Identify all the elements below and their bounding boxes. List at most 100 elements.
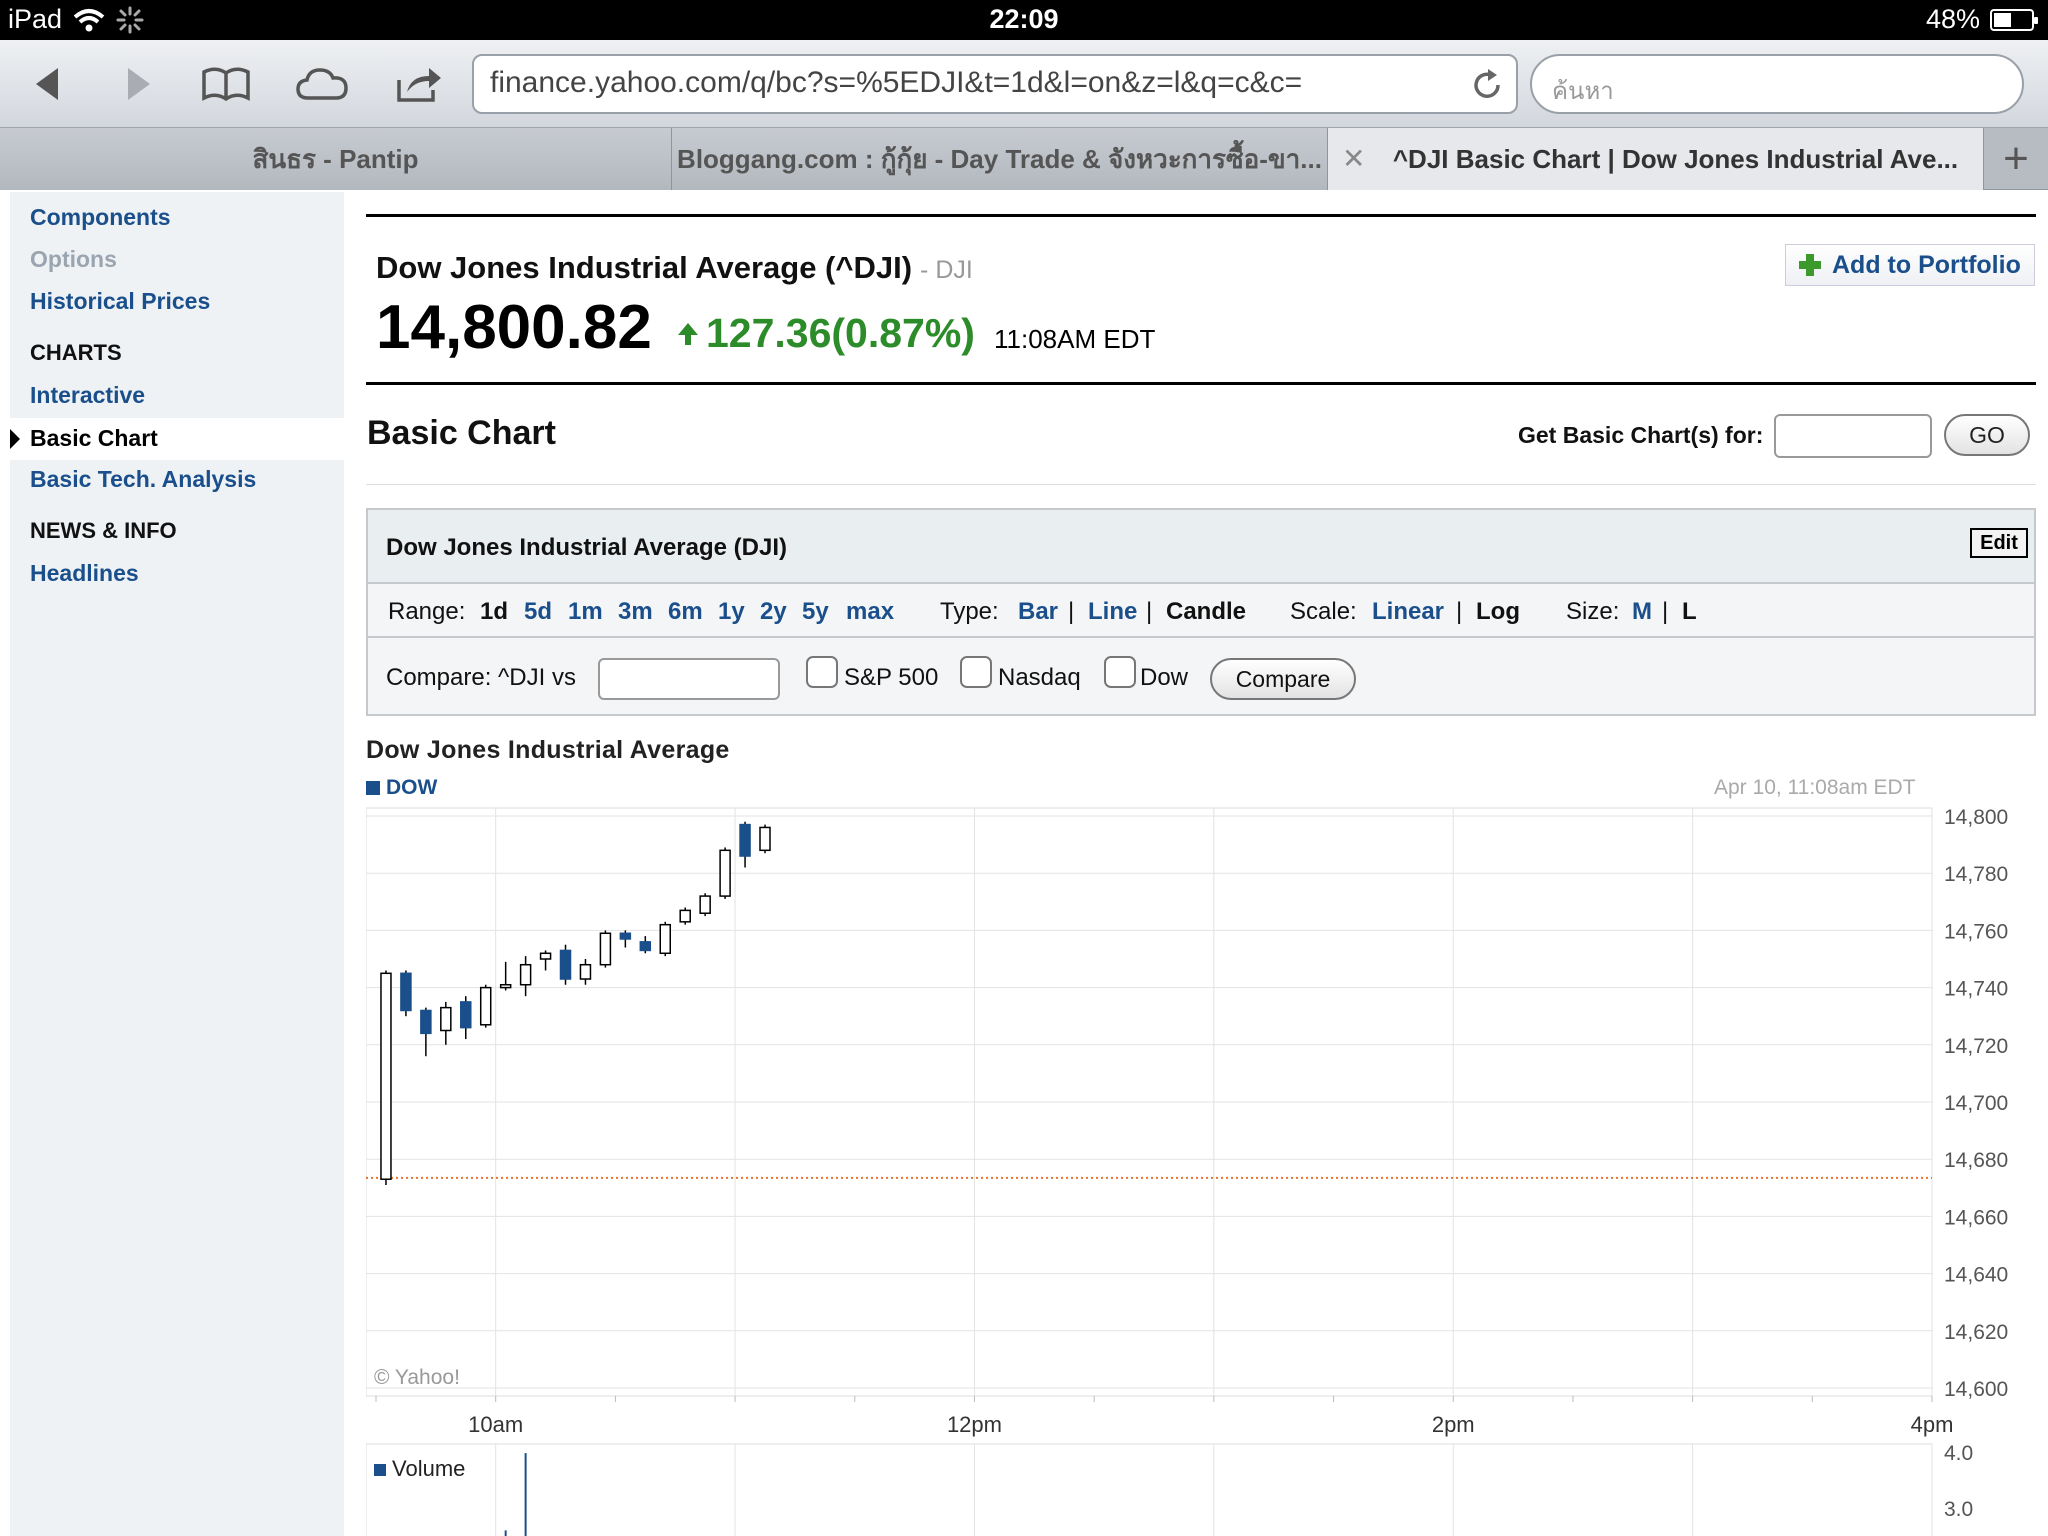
y-tick-label: 14,780 — [1944, 863, 2008, 886]
book-icon — [202, 67, 250, 102]
share-icon — [397, 68, 441, 102]
separator: | — [1456, 598, 1463, 625]
range-1m[interactable]: 1m — [568, 598, 603, 626]
sidebar-item-options[interactable]: Options — [30, 246, 117, 273]
candle-body — [539, 952, 552, 960]
wifi-icon — [73, 8, 105, 31]
type-candle[interactable]: Candle — [1166, 598, 1246, 626]
sidebar-heading-charts: CHARTS — [30, 340, 122, 365]
panel-header: Dow Jones Industrial Average (DJI) Edit — [368, 510, 2034, 584]
compare-button[interactable]: Compare — [1210, 658, 1356, 700]
sidebar-item-interactive[interactable]: Interactive — [30, 382, 145, 409]
range-1y[interactable]: 1y — [718, 598, 745, 626]
type-bar[interactable]: Bar — [1018, 598, 1058, 626]
volume-legend-swatch — [374, 1464, 386, 1476]
symbol-input[interactable] — [1774, 414, 1932, 458]
reload-icon[interactable] — [1468, 66, 1506, 104]
y-tick-label: 14,620 — [1944, 1321, 2008, 1344]
current-arrow-icon — [10, 429, 20, 449]
tab-label: ^DJI Basic Chart | Dow Jones Industrial … — [1392, 143, 1959, 174]
address-bar[interactable]: finance.yahoo.com/q/bc?s=%5EDJI&t=1d&l=o… — [472, 54, 1518, 114]
bookmarks-button[interactable] — [198, 58, 254, 110]
share-button[interactable] — [390, 58, 446, 110]
icloud-tabs-button[interactable] — [294, 58, 350, 110]
battery-fill — [1994, 12, 2012, 27]
size-m[interactable]: M — [1632, 598, 1652, 626]
separator: | — [1068, 598, 1075, 625]
go-button[interactable]: GO — [1944, 414, 2030, 456]
sidebar-heading-news: NEWS & INFO — [30, 518, 177, 543]
sidebar-item-basic-tech-analysis[interactable]: Basic Tech. Analysis — [30, 466, 256, 493]
close-tab-icon[interactable]: ✕ — [1342, 142, 1365, 175]
nasdaq-checkbox[interactable] — [960, 656, 992, 688]
panel-title: Dow Jones Industrial Average (DJI) — [386, 534, 787, 561]
plus-icon — [1799, 254, 1821, 276]
add-to-portfolio-button[interactable]: Add to Portfolio — [1785, 244, 2035, 286]
clock: 22:09 — [989, 4, 1059, 34]
candle-body — [479, 986, 492, 1026]
compare-symbol-input[interactable] — [598, 658, 780, 700]
range-1d[interactable]: 1d — [480, 598, 508, 626]
sidebar-item-historical-prices[interactable]: Historical Prices — [30, 288, 210, 315]
scale-log[interactable]: Log — [1476, 598, 1520, 626]
tab-dji-basic-chart[interactable]: ✕ ^DJI Basic Chart | Dow Jones Industria… — [1328, 128, 1984, 190]
range-5d[interactable]: 5d — [524, 598, 552, 626]
sp500-label: S&P 500 — [844, 664, 939, 691]
range-5y[interactable]: 5y — [802, 598, 829, 626]
candle-body — [420, 1009, 432, 1035]
battery-percent: 48% — [1925, 4, 1980, 34]
forward-button[interactable] — [110, 58, 166, 110]
tab-bloggang[interactable]: Bloggang.com : กู้กุ้ย - Day Trade & จัง… — [672, 128, 1328, 190]
y-tick-label: 14,680 — [1944, 1149, 2008, 1172]
sidebar-nav: Components Options Historical Prices CHA… — [10, 192, 344, 1536]
tab-pantip[interactable]: สินธร - Pantip — [0, 128, 672, 190]
search-input[interactable] — [1530, 54, 2024, 114]
size-l[interactable]: L — [1682, 598, 1697, 626]
compare-label: Compare: ^DJI vs — [386, 664, 576, 691]
quote-divider — [366, 382, 2036, 385]
sidebar-item-label: Basic Chart — [30, 425, 158, 451]
x-tick-label: 2pm — [1432, 1412, 1475, 1437]
status-right: 48% — [1925, 4, 2038, 35]
new-tab-button[interactable]: + — [1984, 128, 2048, 190]
url-text: finance.yahoo.com/q/bc?s=%5EDJI&t=1d&l=o… — [490, 66, 1303, 99]
scale-linear[interactable]: Linear — [1372, 598, 1444, 626]
candle-body — [759, 826, 771, 852]
status-left: iPad — [8, 4, 144, 35]
edit-button[interactable]: Edit — [1970, 528, 2028, 558]
sidebar-item-components[interactable]: Components — [30, 204, 171, 231]
candle-body — [380, 972, 392, 1180]
range-2y[interactable]: 2y — [760, 598, 787, 626]
tab-label: Bloggang.com : กู้กุ้ย - Day Trade & จัง… — [677, 143, 1322, 174]
price-change: 127.36(0.87%) — [676, 310, 975, 357]
y-tick-label: 14,800 — [1944, 806, 2008, 829]
dow-checkbox[interactable] — [1104, 656, 1136, 688]
range-6m[interactable]: 6m — [668, 598, 703, 626]
sidebar-item-basic-chart[interactable]: Basic Chart — [10, 418, 344, 460]
range-max[interactable]: max — [846, 598, 894, 626]
y-tick-label: 14,740 — [1944, 978, 2008, 1001]
chart-controls-panel: Dow Jones Industrial Average (DJI) Edit … — [366, 508, 2036, 716]
browser-toolbar: finance.yahoo.com/q/bc?s=%5EDJI&t=1d&l=o… — [0, 40, 2048, 128]
back-button[interactable] — [20, 58, 76, 110]
sp500-checkbox[interactable] — [806, 656, 838, 688]
type-label: Type: — [940, 598, 999, 625]
candle-body — [639, 941, 652, 952]
cloud-icon — [296, 68, 348, 100]
up-arrow-icon — [678, 322, 698, 345]
top-divider — [366, 214, 2036, 217]
y-tick-label: 14,660 — [1944, 1206, 2008, 1229]
yahoo-watermark: © Yahoo! — [374, 1366, 460, 1389]
candle-body — [499, 983, 512, 989]
size-label: Size: — [1566, 598, 1620, 625]
sidebar-item-headlines[interactable]: Headlines — [30, 560, 139, 587]
candle-body — [739, 823, 751, 857]
candle-body — [579, 963, 592, 980]
type-line[interactable]: Line — [1088, 598, 1137, 626]
candle-body — [460, 1001, 472, 1029]
volume-label: Volume — [392, 1456, 465, 1481]
range-3m[interactable]: 3m — [618, 598, 653, 626]
candle-body — [619, 932, 632, 940]
y-tick-label: 14,600 — [1944, 1378, 2008, 1401]
candle-body — [400, 972, 412, 1012]
